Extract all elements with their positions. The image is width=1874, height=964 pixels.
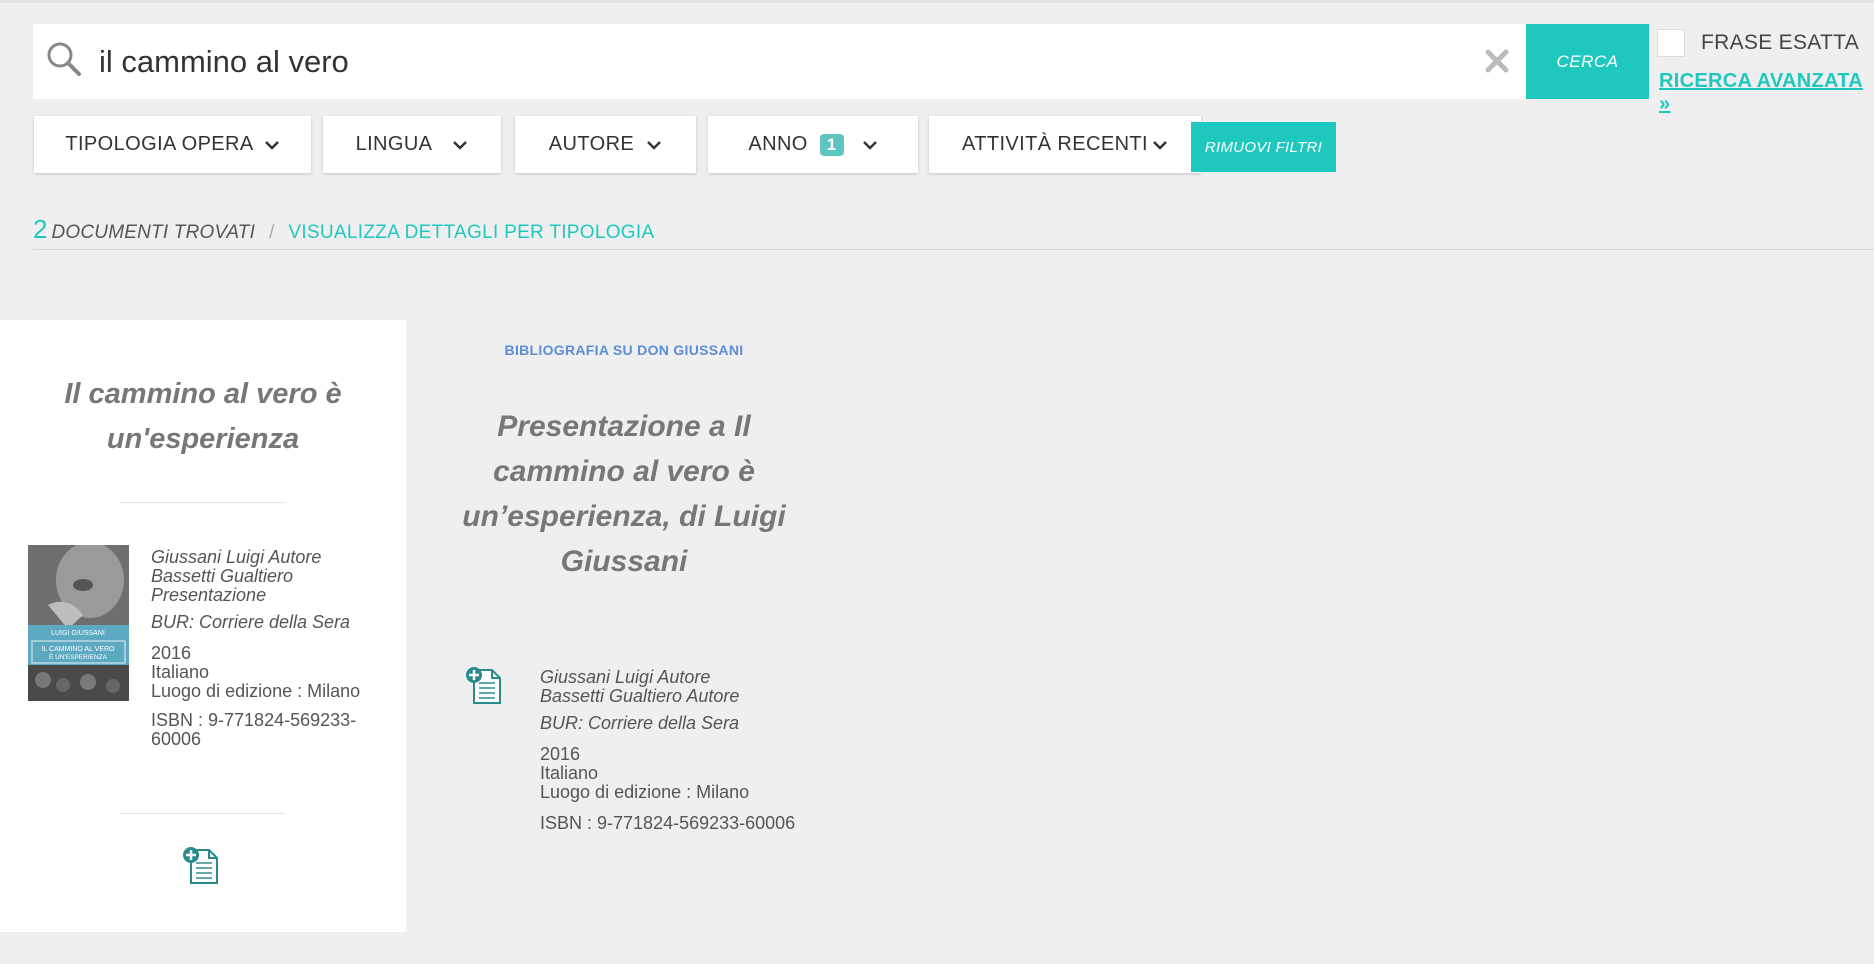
chevron-down-icon xyxy=(264,139,280,151)
category-tag[interactable]: BIBLIOGRAFIA SU DON GIUSSANI xyxy=(406,342,842,358)
filter-attivita-recenti[interactable]: ATTIVITÀ RECENTI xyxy=(929,116,1201,173)
add-document-icon[interactable] xyxy=(464,665,506,712)
author-line: Giussani Luigi Autore xyxy=(540,667,711,687)
cover-title-line-2: È UN'ESPERIENZA xyxy=(49,652,108,661)
result-title[interactable]: Il cammino al vero è un'esperienza xyxy=(40,372,366,462)
filter-label: ATTIVITÀ RECENTI xyxy=(961,133,1149,155)
author-line: Bassetti Gualtiero Presentazione xyxy=(151,566,294,605)
search-button[interactable]: CERCA xyxy=(1526,24,1649,99)
chevron-down-icon xyxy=(646,139,662,151)
filter-lingua[interactable]: LINGUA xyxy=(323,116,501,173)
chevron-down-icon xyxy=(452,139,468,151)
result-card[interactable]: BIBLIOGRAFIA SU DON GIUSSANI Presentazio… xyxy=(406,320,842,932)
search-box xyxy=(33,24,1526,99)
place: Luogo di edizione : Milano xyxy=(151,681,361,701)
filter-autore[interactable]: AUTORE xyxy=(515,116,696,173)
results-found-label: DOCUMENTI TROVATI xyxy=(51,222,256,243)
advanced-search-link[interactable]: RICERCA AVANZATA » xyxy=(1659,70,1874,116)
cover-author-text: LUIGI GIUSSANI xyxy=(51,630,105,637)
search-icon xyxy=(46,41,82,82)
chevron-down-icon xyxy=(1152,139,1168,151)
view-details-link[interactable]: VISUALIZZA DETTAGLI PER TIPOLOGIA xyxy=(288,222,654,244)
search-input[interactable] xyxy=(97,36,1461,88)
filter-label: AUTORE xyxy=(548,133,635,155)
language: Italiano xyxy=(540,763,599,783)
result-metadata: Giussani Luigi Autore Bassetti Gualtiero… xyxy=(151,548,376,749)
exact-phrase-label: FRASE ESATTA xyxy=(1701,31,1860,54)
cover-title-line-1: IL CAMMINO AL VERO xyxy=(42,646,116,653)
filter-tipologia-opera[interactable]: TIPOLOGIA OPERA xyxy=(34,116,311,173)
filter-count-badge: 1 xyxy=(819,133,844,156)
language: Italiano xyxy=(151,662,210,682)
results-summary: 2 DOCUMENTI TROVATI / VISUALIZZA DETTAGL… xyxy=(33,214,654,245)
exact-phrase-checkbox[interactable] xyxy=(1657,29,1685,57)
chevron-down-icon xyxy=(862,139,878,151)
author-line: Giussani Luigi Autore xyxy=(151,547,322,567)
remove-filters-button[interactable]: RIMUOVI FILTRI xyxy=(1191,122,1336,172)
card-divider xyxy=(120,813,285,814)
year: 2016 xyxy=(151,643,192,663)
filter-label: TIPOLOGIA OPERA xyxy=(65,133,254,155)
results-count: 2 xyxy=(33,214,48,244)
isbn: ISBN : 9-771824-569233-60006 xyxy=(540,813,796,833)
publisher: BUR: Corriere della Sera xyxy=(540,713,740,733)
isbn: ISBN : 9-771824-569233-60006 xyxy=(151,710,357,749)
breadcrumb-separator: / xyxy=(269,222,275,243)
card-divider xyxy=(120,502,285,503)
add-document-icon[interactable] xyxy=(181,845,223,892)
top-border xyxy=(0,0,1874,3)
exact-phrase-option[interactable]: FRASE ESATTA xyxy=(1657,29,1859,57)
result-title[interactable]: Presentazione a Il cammino al vero è un’… xyxy=(456,404,792,584)
filter-label: ANNO xyxy=(748,133,808,155)
result-card[interactable]: Il cammino al vero è un'esperienza LUIGI… xyxy=(0,320,406,932)
filter-anno[interactable]: ANNO 1 xyxy=(708,116,918,173)
result-metadata: Giussani Luigi Autore Bassetti Gualtiero… xyxy=(540,668,842,833)
clear-icon[interactable] xyxy=(1485,49,1509,78)
filter-label: LINGUA xyxy=(355,133,433,155)
publisher: BUR: Corriere della Sera xyxy=(151,612,351,632)
book-cover[interactable]: LUIGI GIUSSANI IL CAMMINO AL VERO È UN'E… xyxy=(28,545,129,701)
place: Luogo di edizione : Milano xyxy=(540,782,750,802)
results-divider xyxy=(33,249,1874,250)
author-line: Bassetti Gualtiero Autore xyxy=(540,686,740,706)
year: 2016 xyxy=(540,744,581,764)
